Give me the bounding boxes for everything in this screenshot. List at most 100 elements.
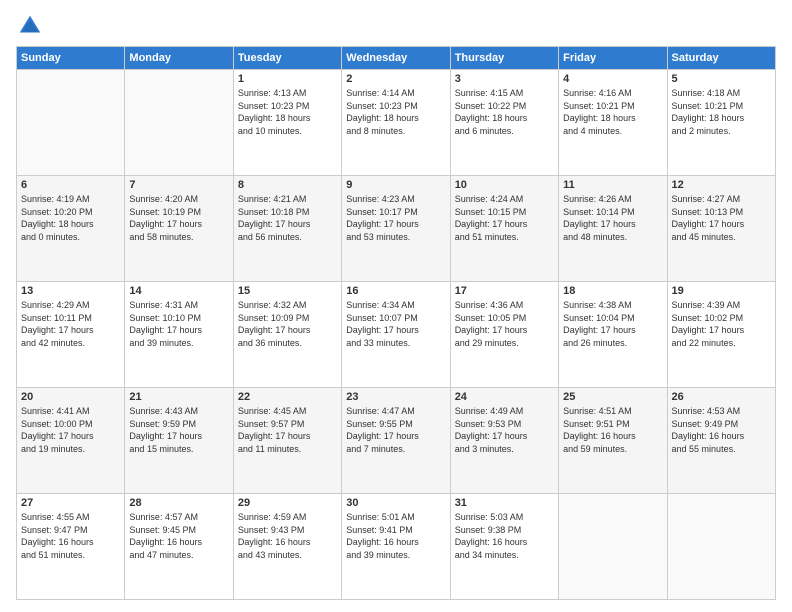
- calendar-week-row: 6 Sunrise: 4:19 AM Sunset: 10:20 PM Dayli…: [17, 176, 776, 282]
- calendar-cell: 25 Sunrise: 4:51 AM Sunset: 9:51 PM Dayli…: [559, 388, 667, 494]
- day-number: 26: [672, 391, 771, 403]
- day-content: Sunrise: 4:49 AM Sunset: 9:53 PM Dayligh…: [455, 405, 554, 455]
- day-content: Sunrise: 4:36 AM Sunset: 10:05 PM Daylig…: [455, 299, 554, 349]
- day-content: Sunrise: 4:14 AM Sunset: 10:23 PM Daylig…: [346, 87, 445, 137]
- day-number: 19: [672, 285, 771, 297]
- calendar-week-row: 13 Sunrise: 4:29 AM Sunset: 10:11 PM Dayl…: [17, 282, 776, 388]
- weekday-header-row: SundayMondayTuesdayWednesdayThursdayFrid…: [17, 47, 776, 70]
- calendar-cell: 23 Sunrise: 4:47 AM Sunset: 9:55 PM Dayli…: [342, 388, 450, 494]
- day-content: Sunrise: 4:21 AM Sunset: 10:18 PM Daylig…: [238, 193, 337, 243]
- day-content: Sunrise: 4:13 AM Sunset: 10:23 PM Daylig…: [238, 87, 337, 137]
- calendar-week-row: 20 Sunrise: 4:41 AM Sunset: 10:00 PM Dayl…: [17, 388, 776, 494]
- calendar-cell: 2 Sunrise: 4:14 AM Sunset: 10:23 PM Dayli…: [342, 70, 450, 176]
- day-content: Sunrise: 4:31 AM Sunset: 10:10 PM Daylig…: [129, 299, 228, 349]
- calendar-cell: 6 Sunrise: 4:19 AM Sunset: 10:20 PM Dayli…: [17, 176, 125, 282]
- weekday-header-thursday: Thursday: [450, 47, 558, 70]
- calendar-cell: 13 Sunrise: 4:29 AM Sunset: 10:11 PM Dayl…: [17, 282, 125, 388]
- day-number: 29: [238, 497, 337, 509]
- day-content: Sunrise: 4:47 AM Sunset: 9:55 PM Dayligh…: [346, 405, 445, 455]
- calendar-cell: 30 Sunrise: 5:01 AM Sunset: 9:41 PM Dayli…: [342, 494, 450, 600]
- calendar-cell: 16Sunrise: 4:34 AM Sunset: 10:07 PM Dayl…: [342, 282, 450, 388]
- day-number: 12: [672, 179, 771, 191]
- day-content: Sunrise: 4:27 AM Sunset: 10:13 PM Daylig…: [672, 193, 771, 243]
- day-number: 10: [455, 179, 554, 191]
- day-number: 21: [129, 391, 228, 403]
- day-number: 14: [129, 285, 228, 297]
- day-number: 13: [21, 285, 120, 297]
- day-content: Sunrise: 4:26 AM Sunset: 10:14 PM Daylig…: [563, 193, 662, 243]
- day-number: 31: [455, 497, 554, 509]
- day-content: Sunrise: 4:32 AM Sunset: 10:09 PM Daylig…: [238, 299, 337, 349]
- day-content: Sunrise: 4:43 AM Sunset: 9:59 PM Dayligh…: [129, 405, 228, 455]
- calendar-cell: 27Sunrise: 4:55 AM Sunset: 9:47 PM Dayli…: [17, 494, 125, 600]
- calendar-cell: 1 Sunrise: 4:13 AM Sunset: 10:23 PM Dayli…: [233, 70, 341, 176]
- day-number: 11: [563, 179, 662, 191]
- calendar-cell: 3Sunrise: 4:15 AM Sunset: 10:22 PM Dayli…: [450, 70, 558, 176]
- calendar-cell: 11 Sunrise: 4:26 AM Sunset: 10:14 PM Dayl…: [559, 176, 667, 282]
- day-number: 27: [21, 497, 120, 509]
- weekday-header-sunday: Sunday: [17, 47, 125, 70]
- calendar-cell: 15 Sunrise: 4:32 AM Sunset: 10:09 PM Dayl…: [233, 282, 341, 388]
- day-number: 23: [346, 391, 445, 403]
- day-content: Sunrise: 4:20 AM Sunset: 10:19 PM Daylig…: [129, 193, 228, 243]
- calendar-cell: 24 Sunrise: 4:49 AM Sunset: 9:53 PM Dayli…: [450, 388, 558, 494]
- day-number: 18: [563, 285, 662, 297]
- day-number: 30: [346, 497, 445, 509]
- day-content: Sunrise: 4:53 AM Sunset: 9:49 PM Dayligh…: [672, 405, 771, 455]
- calendar-cell: 31 Sunrise: 5:03 AM Sunset: 9:38 PM Dayli…: [450, 494, 558, 600]
- calendar-cell: 10Sunrise: 4:24 AM Sunset: 10:15 PM Dayl…: [450, 176, 558, 282]
- calendar-cell: 22 Sunrise: 4:45 AM Sunset: 9:57 PM Dayli…: [233, 388, 341, 494]
- calendar-cell: 17Sunrise: 4:36 AM Sunset: 10:05 PM Dayl…: [450, 282, 558, 388]
- day-number: 6: [21, 179, 120, 191]
- day-number: 2: [346, 73, 445, 85]
- header: [16, 12, 776, 40]
- day-content: Sunrise: 4:41 AM Sunset: 10:00 PM Daylig…: [21, 405, 120, 455]
- page: SundayMondayTuesdayWednesdayThursdayFrid…: [0, 0, 792, 612]
- day-number: 28: [129, 497, 228, 509]
- calendar-cell: 28 Sunrise: 4:57 AM Sunset: 9:45 PM Dayli…: [125, 494, 233, 600]
- day-content: Sunrise: 4:39 AM Sunset: 10:02 PM Daylig…: [672, 299, 771, 349]
- logo: [16, 12, 48, 40]
- day-number: 20: [21, 391, 120, 403]
- day-content: Sunrise: 4:38 AM Sunset: 10:04 PM Daylig…: [563, 299, 662, 349]
- day-number: 25: [563, 391, 662, 403]
- calendar-cell: [17, 70, 125, 176]
- day-number: 7: [129, 179, 228, 191]
- calendar-cell: 7 Sunrise: 4:20 AM Sunset: 10:19 PM Dayli…: [125, 176, 233, 282]
- day-number: 1: [238, 73, 337, 85]
- day-content: Sunrise: 4:57 AM Sunset: 9:45 PM Dayligh…: [129, 511, 228, 561]
- weekday-header-friday: Friday: [559, 47, 667, 70]
- weekday-header-wednesday: Wednesday: [342, 47, 450, 70]
- calendar-cell: 18 Sunrise: 4:38 AM Sunset: 10:04 PM Dayl…: [559, 282, 667, 388]
- day-number: 22: [238, 391, 337, 403]
- day-number: 16: [346, 285, 445, 297]
- calendar-cell: 9 Sunrise: 4:23 AM Sunset: 10:17 PM Dayli…: [342, 176, 450, 282]
- day-content: Sunrise: 4:15 AM Sunset: 10:22 PM Daylig…: [455, 87, 554, 137]
- calendar-cell: [667, 494, 775, 600]
- day-number: 8: [238, 179, 337, 191]
- calendar: SundayMondayTuesdayWednesdayThursdayFrid…: [16, 46, 776, 600]
- day-content: Sunrise: 5:01 AM Sunset: 9:41 PM Dayligh…: [346, 511, 445, 561]
- day-number: 24: [455, 391, 554, 403]
- calendar-cell: 20 Sunrise: 4:41 AM Sunset: 10:00 PM Dayl…: [17, 388, 125, 494]
- day-number: 15: [238, 285, 337, 297]
- day-number: 4: [563, 73, 662, 85]
- weekday-header-monday: Monday: [125, 47, 233, 70]
- day-content: Sunrise: 4:23 AM Sunset: 10:17 PM Daylig…: [346, 193, 445, 243]
- day-content: Sunrise: 5:03 AM Sunset: 9:38 PM Dayligh…: [455, 511, 554, 561]
- day-content: Sunrise: 4:19 AM Sunset: 10:20 PM Daylig…: [21, 193, 120, 243]
- day-content: Sunrise: 4:45 AM Sunset: 9:57 PM Dayligh…: [238, 405, 337, 455]
- calendar-week-row: 27Sunrise: 4:55 AM Sunset: 9:47 PM Dayli…: [17, 494, 776, 600]
- day-content: Sunrise: 4:51 AM Sunset: 9:51 PM Dayligh…: [563, 405, 662, 455]
- day-content: Sunrise: 4:16 AM Sunset: 10:21 PM Daylig…: [563, 87, 662, 137]
- day-content: Sunrise: 4:29 AM Sunset: 10:11 PM Daylig…: [21, 299, 120, 349]
- logo-icon: [16, 12, 44, 40]
- calendar-cell: [559, 494, 667, 600]
- day-content: Sunrise: 4:18 AM Sunset: 10:21 PM Daylig…: [672, 87, 771, 137]
- calendar-cell: 29 Sunrise: 4:59 AM Sunset: 9:43 PM Dayli…: [233, 494, 341, 600]
- calendar-cell: 19 Sunrise: 4:39 AM Sunset: 10:02 PM Dayl…: [667, 282, 775, 388]
- calendar-cell: 12 Sunrise: 4:27 AM Sunset: 10:13 PM Dayl…: [667, 176, 775, 282]
- day-content: Sunrise: 4:59 AM Sunset: 9:43 PM Dayligh…: [238, 511, 337, 561]
- day-number: 5: [672, 73, 771, 85]
- day-number: 9: [346, 179, 445, 191]
